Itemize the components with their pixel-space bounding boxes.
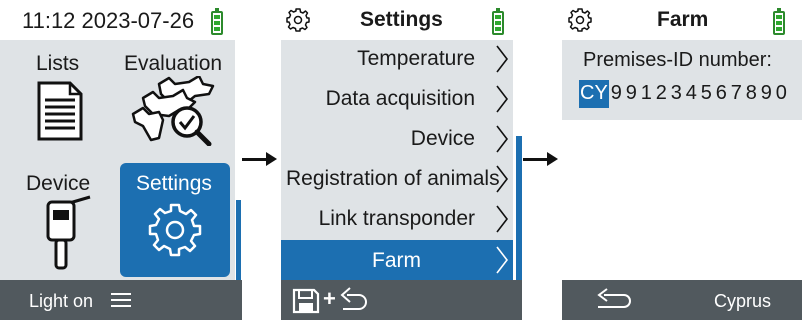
menu-item-label: Data acquisition <box>325 87 475 110</box>
chevron-right-icon <box>496 125 509 153</box>
tile-lists[interactable]: Lists <box>0 40 117 160</box>
id-digit: 0 <box>775 82 787 104</box>
settings-menu: Temperature Data acquisition Device Regi… <box>281 40 513 280</box>
id-digit: 2 <box>655 82 667 104</box>
gear-icon <box>148 203 202 257</box>
premises-id-panel: Premises-ID number: CY 9 9 1 2 3 4 5 6 7 8 9 0 <box>562 40 802 120</box>
back-icon[interactable] <box>339 286 373 314</box>
settings-gear-icon <box>286 8 310 32</box>
country-label: Cyprus <box>714 291 772 311</box>
screen-title: Farm <box>657 8 709 31</box>
menu-item-farm[interactable]: Farm <box>281 240 513 280</box>
chevron-right-icon <box>496 246 509 274</box>
screen-title: Settings <box>360 8 443 31</box>
tile-evaluation-label: Evaluation <box>124 52 223 75</box>
country-code-cursor[interactable]: CY <box>579 80 609 108</box>
id-digit: 4 <box>685 82 697 104</box>
bottom-bar: Light on <box>0 280 242 320</box>
reader-device-icon <box>46 195 91 270</box>
bottom-bar: + <box>281 280 522 320</box>
chevron-right-icon <box>496 165 509 193</box>
document-list-icon <box>37 81 83 141</box>
back-icon[interactable] <box>594 288 636 312</box>
status-time: 11:12 2023-07-26 <box>22 8 195 33</box>
tile-lists-label: Lists <box>36 52 80 75</box>
battery-icon <box>773 8 785 35</box>
title-bar: Settings <box>281 0 522 40</box>
menu-item-label: Temperature <box>357 47 475 70</box>
light-toggle-label[interactable]: Light on <box>29 291 93 312</box>
home-screen: 11:12 2023-07-26 Lists Evaluation Device… <box>0 0 242 320</box>
settings-gear-icon <box>568 8 592 32</box>
menu-item-link-transponder[interactable]: Link transponder <box>281 200 513 238</box>
scrollbar[interactable] <box>516 136 522 280</box>
menu-item-registration-of-animals[interactable]: Registration of animals <box>281 160 513 198</box>
premises-id-label: Premises-ID number: <box>583 49 772 71</box>
menu-item-label: Link transponder <box>318 207 475 230</box>
premises-id-field[interactable]: CY 9 9 1 2 3 4 5 6 7 8 9 0 <box>579 80 789 109</box>
battery-icon <box>492 8 504 35</box>
save-icon[interactable] <box>292 288 320 314</box>
arrow-right-icon <box>523 152 558 166</box>
bottom-bar: Cyprus <box>562 280 802 320</box>
battery-icon <box>211 8 223 35</box>
evaluation-icon <box>131 76 215 146</box>
scrollbar[interactable] <box>236 200 241 280</box>
title-bar: Farm <box>562 0 802 40</box>
tile-device-label: Device <box>26 172 91 195</box>
id-digit: 9 <box>610 82 622 104</box>
menu-icon[interactable] <box>111 292 131 308</box>
id-digit: 3 <box>670 82 682 104</box>
menu-item-temperature[interactable]: Temperature <box>281 40 513 78</box>
id-digit: 1 <box>640 82 652 104</box>
status-bar: 11:12 2023-07-26 <box>0 0 242 40</box>
menu-item-label: Farm <box>372 249 421 272</box>
menu-item-label: Device <box>410 127 475 150</box>
premises-id-digits: 991234567890 <box>609 82 789 104</box>
id-digit: 7 <box>730 82 742 104</box>
tile-evaluation[interactable]: Evaluation <box>117 40 235 160</box>
tile-settings[interactable]: Settings <box>120 163 230 277</box>
arrow-right-icon <box>242 152 277 166</box>
settings-screen: Settings Temperature Data acquisition De… <box>281 0 522 320</box>
plus-label: + <box>323 286 336 311</box>
id-digit: 9 <box>625 82 637 104</box>
id-digit: 9 <box>760 82 772 104</box>
menu-item-device[interactable]: Device <box>281 120 513 158</box>
menu-item-data-acquisition[interactable]: Data acquisition <box>281 80 513 118</box>
chevron-right-icon <box>496 85 509 113</box>
id-digit: 5 <box>700 82 712 104</box>
menu-item-label: Registration of animals <box>286 167 500 190</box>
id-digit: 8 <box>745 82 757 104</box>
id-digit: 6 <box>715 82 727 104</box>
farm-screen: Farm Premises-ID number: CY 9 9 1 2 3 4 5 6 7 8 9 0 … <box>562 0 802 320</box>
tile-settings-label: Settings <box>136 172 212 195</box>
chevron-right-icon <box>496 45 509 73</box>
tile-device[interactable]: Device <box>0 160 117 280</box>
chevron-right-icon <box>496 205 509 233</box>
